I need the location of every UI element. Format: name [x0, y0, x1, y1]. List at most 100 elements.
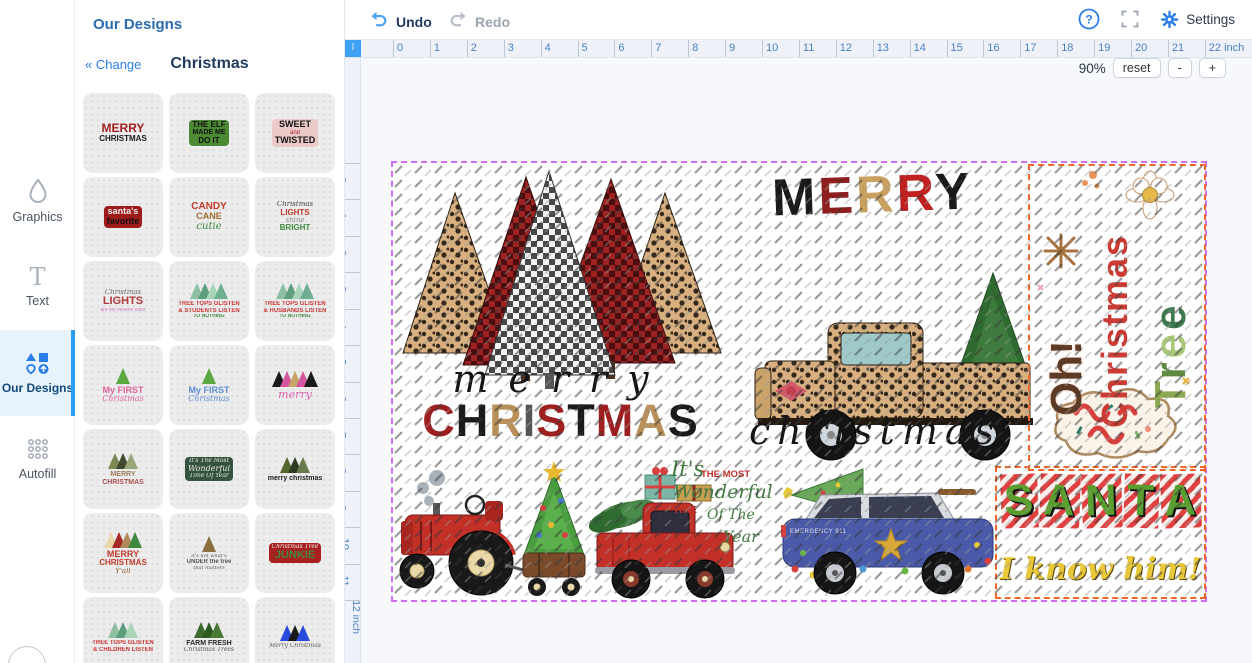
design-thumbnail-blue-plaid-merry-christmas-trees[interactable]: Merry Christmas — [255, 597, 335, 663]
christmas-word-text: CHRISTMAS — [393, 395, 728, 447]
gang-sheet[interactable]: merry CHRISTMAS MERRY christmas Oh! Chri… — [393, 163, 1205, 600]
editor-topbar: Undo Redo ? — [345, 0, 1252, 40]
ruler-tick: 5 — [345, 345, 361, 385]
design-thumbnail-christmas-lights-are-my-favorite-color[interactable]: ChristmasLIGHTSare my favorite color — [83, 261, 163, 341]
canvas-area[interactable]: 0123456789101112 inch 90% reset - + — [345, 58, 1252, 663]
redo-button[interactable]: Redo — [448, 9, 510, 34]
ruler-tick: 3 — [345, 272, 361, 312]
thumbnail-text-line: CHRISTMAS — [99, 559, 147, 567]
shapes-icon — [25, 351, 51, 375]
ruler-horizontal: I 012345678910111213141516171819202122 i… — [345, 40, 1252, 58]
ruler-tick: 11 — [345, 564, 361, 604]
letter-glyph: A — [1160, 473, 1202, 528]
thumbnail-trees-art — [283, 455, 307, 473]
design-thumbnail-tree-tops-glisten-and-students-listen[interactable]: TREE TOPS GLISTEN& STUDENTS LISTENTO NOT… — [169, 261, 249, 341]
thumbnail-trees-art — [107, 530, 139, 548]
fullscreen-icon — [1120, 9, 1140, 29]
svg-text:?: ? — [1086, 13, 1093, 27]
tree-shape — [210, 622, 224, 638]
design-thumbnail-merry-christmas-camo-trees[interactable]: merry christmas — [255, 429, 335, 509]
thumbnail-text-line: TREE TOPS GLISTEN — [92, 640, 154, 646]
design-thumbnail-my-first-christmas-pink[interactable]: My FIRSTChristmas — [83, 345, 163, 425]
design-thumbnail-merry-leopard-pink-trees[interactable]: merry — [255, 345, 335, 425]
sidebar-item-our-designs[interactable]: Our Designs — [0, 330, 75, 416]
thumbnail-text-line: santa's — [107, 207, 140, 217]
tree-shape — [116, 368, 130, 384]
ruler-tick: 8 — [688, 40, 698, 58]
design-red-truck-wonderful-time[interactable]: It's THE MOST Wonderful TIME Of The Year — [597, 459, 781, 599]
design-plaid-trees-merry-christmas[interactable]: merry CHRISTMAS — [393, 163, 728, 463]
letter-glyph: e — [1146, 330, 1195, 358]
grid-dots-icon — [26, 437, 50, 461]
letter-glyph: T — [1146, 380, 1195, 408]
design-tractor-and-tree[interactable] — [397, 463, 587, 598]
thumbnail-trees-art — [283, 623, 307, 641]
sidebar-item-text[interactable]: T Text — [0, 244, 75, 330]
thumbnail-trees-art — [193, 281, 225, 299]
ruler-tick: 7 — [345, 418, 361, 458]
design-thumbnail-merry-christmas-yall[interactable]: MERRYCHRISTMASY'all — [83, 513, 163, 593]
design-oh-christmas-tree[interactable]: Oh! Christmas Tree — [1030, 166, 1204, 469]
zoom-out-button[interactable]: - — [1168, 58, 1192, 78]
zoom-reset-button[interactable]: reset — [1113, 58, 1161, 78]
thumbnail-text-art: merry christmas — [265, 474, 325, 483]
text-icon: T — [29, 266, 45, 288]
ruler-tick: 10 — [762, 40, 778, 58]
design-thumbnail-its-the-most-wonderful-time-frame[interactable]: It's The MostWonderfulTime Of Year — [169, 429, 249, 509]
design-thumbnail-santas-favorite[interactable]: santa'sfavorite — [83, 177, 163, 257]
sidebar-item-autofill[interactable]: Autofill — [0, 416, 75, 502]
thumbnail-text-art: TREE TOPS GLISTEN& STUDENTS LISTENTO NOT… — [175, 300, 243, 320]
thumbnail-text-art: MERRYCHRISTMAS — [96, 121, 150, 144]
thumbnail-text-line: CHRISTMAS — [102, 479, 144, 486]
thumbnail-text-line: TREE TOPS GLISTEN — [263, 301, 326, 307]
ruler-tick: 10 — [345, 527, 361, 567]
design-thumbnail-my-first-christmas-blue[interactable]: My FIRSTChristmas — [169, 345, 249, 425]
thumbnail-text-line: Christmas Trees — [184, 647, 234, 653]
design-thumbnail-the-elf-made-me-do-it[interactable]: THE ELFMADE MEDO IT — [169, 93, 249, 173]
ruler-tick: 18 — [1057, 40, 1073, 58]
design-santa-i-know-him[interactable]: SANTA I know him! — [997, 468, 1204, 597]
ruler-tick: 20 — [1131, 40, 1147, 58]
design-thumbnail-farm-fresh-christmas-trees[interactable]: FARM FRESHChristmas Trees — [169, 597, 249, 663]
ruler-tick: 12 — [836, 40, 852, 58]
help-button[interactable]: ? — [1078, 8, 1100, 30]
thumbnail-text-line: that matters — [187, 566, 232, 571]
thumbnail-text-art: My FIRSTChristmas — [99, 385, 146, 405]
sidebar-item-graphics[interactable]: Graphics — [0, 158, 75, 244]
thumbnail-text-art: My FIRSTChristmas — [185, 385, 232, 405]
design-blue-police-car[interactable]: EMERGENCY 911 — [780, 463, 996, 598]
design-thumbnail-sweet-and-twisted[interactable]: SWEETandTWISTED — [255, 93, 335, 173]
settings-button[interactable]: Settings — [1160, 10, 1235, 29]
sidebar-item-label: Autofill — [19, 467, 57, 481]
fullscreen-button[interactable] — [1120, 9, 1140, 29]
design-thumbnail-its-not-whats-under-the-tree[interactable]: it's not what'sUNDER the treethat matter… — [169, 513, 249, 593]
zoom-in-button[interactable]: + — [1199, 58, 1226, 78]
undo-button[interactable]: Undo — [369, 9, 432, 34]
thumbnail-text-line: & CHILDREN LISTEN — [92, 647, 154, 653]
letter-glyph: M — [771, 168, 819, 228]
zoom-level: 90% — [1079, 61, 1106, 76]
design-thumbnail-merry-christmas-lights-trees[interactable]: MERRYCHRISTMAS — [83, 429, 163, 509]
design-thumbnail-merry-christmas-leopard-plaid[interactable]: MERRYCHRISTMAS — [83, 93, 163, 173]
thumbnail-text-art: It's The MostWonderfulTime Of Year — [185, 457, 233, 480]
design-thumbnail-christmas-tree-junkie[interactable]: Christmas TreeJUNKIE — [255, 513, 335, 593]
thumbnail-text-art: MERRYCHRISTMASY'all — [96, 549, 150, 576]
ruler-tick: 6 — [345, 382, 361, 422]
thumbnail-text-line: MADE ME — [192, 129, 225, 136]
design-thumbnail-tree-tops-glisten-and-husbands-listen[interactable]: TREE TOPS GLISTEN& HUSBANDS LISTENTO NOT… — [255, 261, 335, 341]
letter-glyph: E — [817, 167, 857, 226]
tree-shape — [296, 625, 310, 641]
thumbnail-text-art: santa'sfavorite — [104, 206, 143, 227]
design-merry-leopard-truck[interactable]: MERRY christmas — [715, 165, 1033, 461]
thumbnail-text-line: merry — [278, 389, 312, 401]
tree-shape — [124, 453, 138, 469]
undo-icon — [369, 9, 389, 34]
design-thumbnail-christmas-lights-shine-bright[interactable]: ChristmasLIGHTSshineBRIGHT — [255, 177, 335, 257]
letter-glyph: R — [489, 395, 523, 446]
thumbnail-text-art: Merry Christmas — [266, 642, 324, 650]
letter-glyph: e — [1146, 301, 1195, 329]
letter-glyph: A — [634, 395, 668, 446]
ruler-vertical: 0123456789101112 inch — [345, 58, 361, 663]
design-thumbnail-tree-tops-glisten-and-children-listen[interactable]: TREE TOPS GLISTEN& CHILDREN LISTEN — [83, 597, 163, 663]
design-thumbnail-candy-cane-cutie[interactable]: CANDYCANEcutie — [169, 177, 249, 257]
